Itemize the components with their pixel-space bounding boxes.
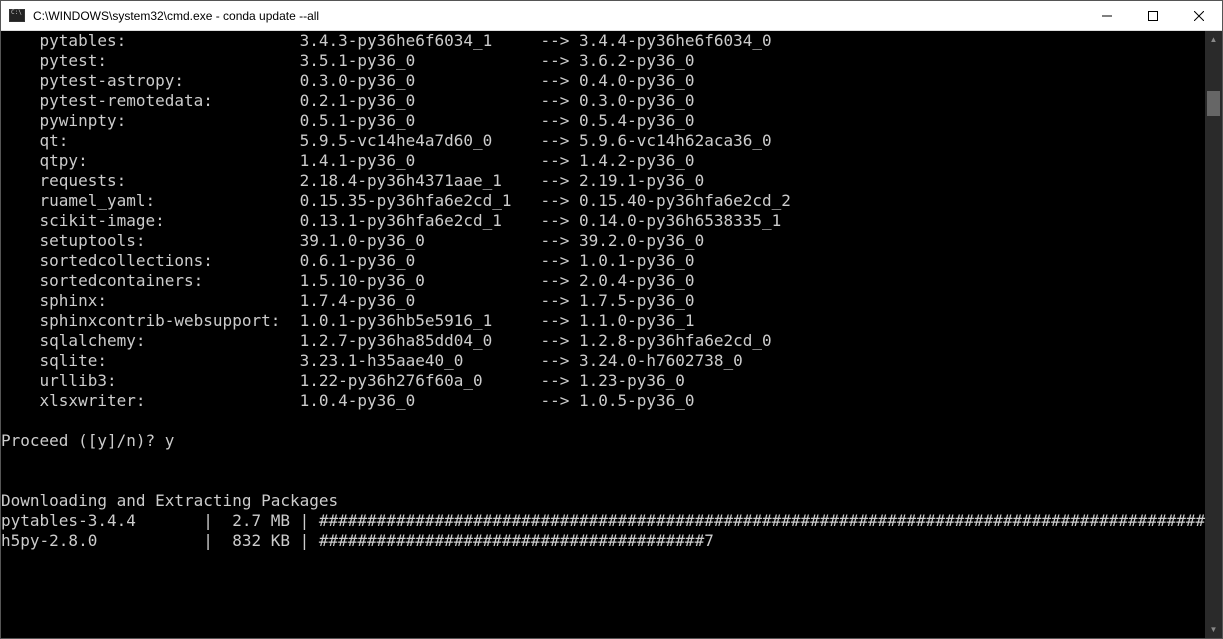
cmd-icon — [9, 9, 25, 22]
maximize-button[interactable] — [1130, 1, 1176, 30]
scroll-thumb[interactable] — [1207, 91, 1220, 116]
cmd-window: C:\WINDOWS\system32\cmd.exe - conda upda… — [0, 0, 1223, 639]
scrollbar[interactable]: ▲ ▼ — [1205, 31, 1222, 638]
scroll-up-arrow[interactable]: ▲ — [1205, 31, 1222, 48]
terminal-output[interactable]: pytables: 3.4.3-py36he6f6034_1 --> 3.4.4… — [1, 31, 1205, 638]
close-button[interactable] — [1176, 1, 1222, 30]
window-title: C:\WINDOWS\system32\cmd.exe - conda upda… — [33, 9, 1084, 23]
scroll-down-arrow[interactable]: ▼ — [1205, 621, 1222, 638]
window-controls — [1084, 1, 1222, 30]
titlebar[interactable]: C:\WINDOWS\system32\cmd.exe - conda upda… — [1, 1, 1222, 31]
terminal-area: pytables: 3.4.3-py36he6f6034_1 --> 3.4.4… — [1, 31, 1222, 638]
minimize-button[interactable] — [1084, 1, 1130, 30]
